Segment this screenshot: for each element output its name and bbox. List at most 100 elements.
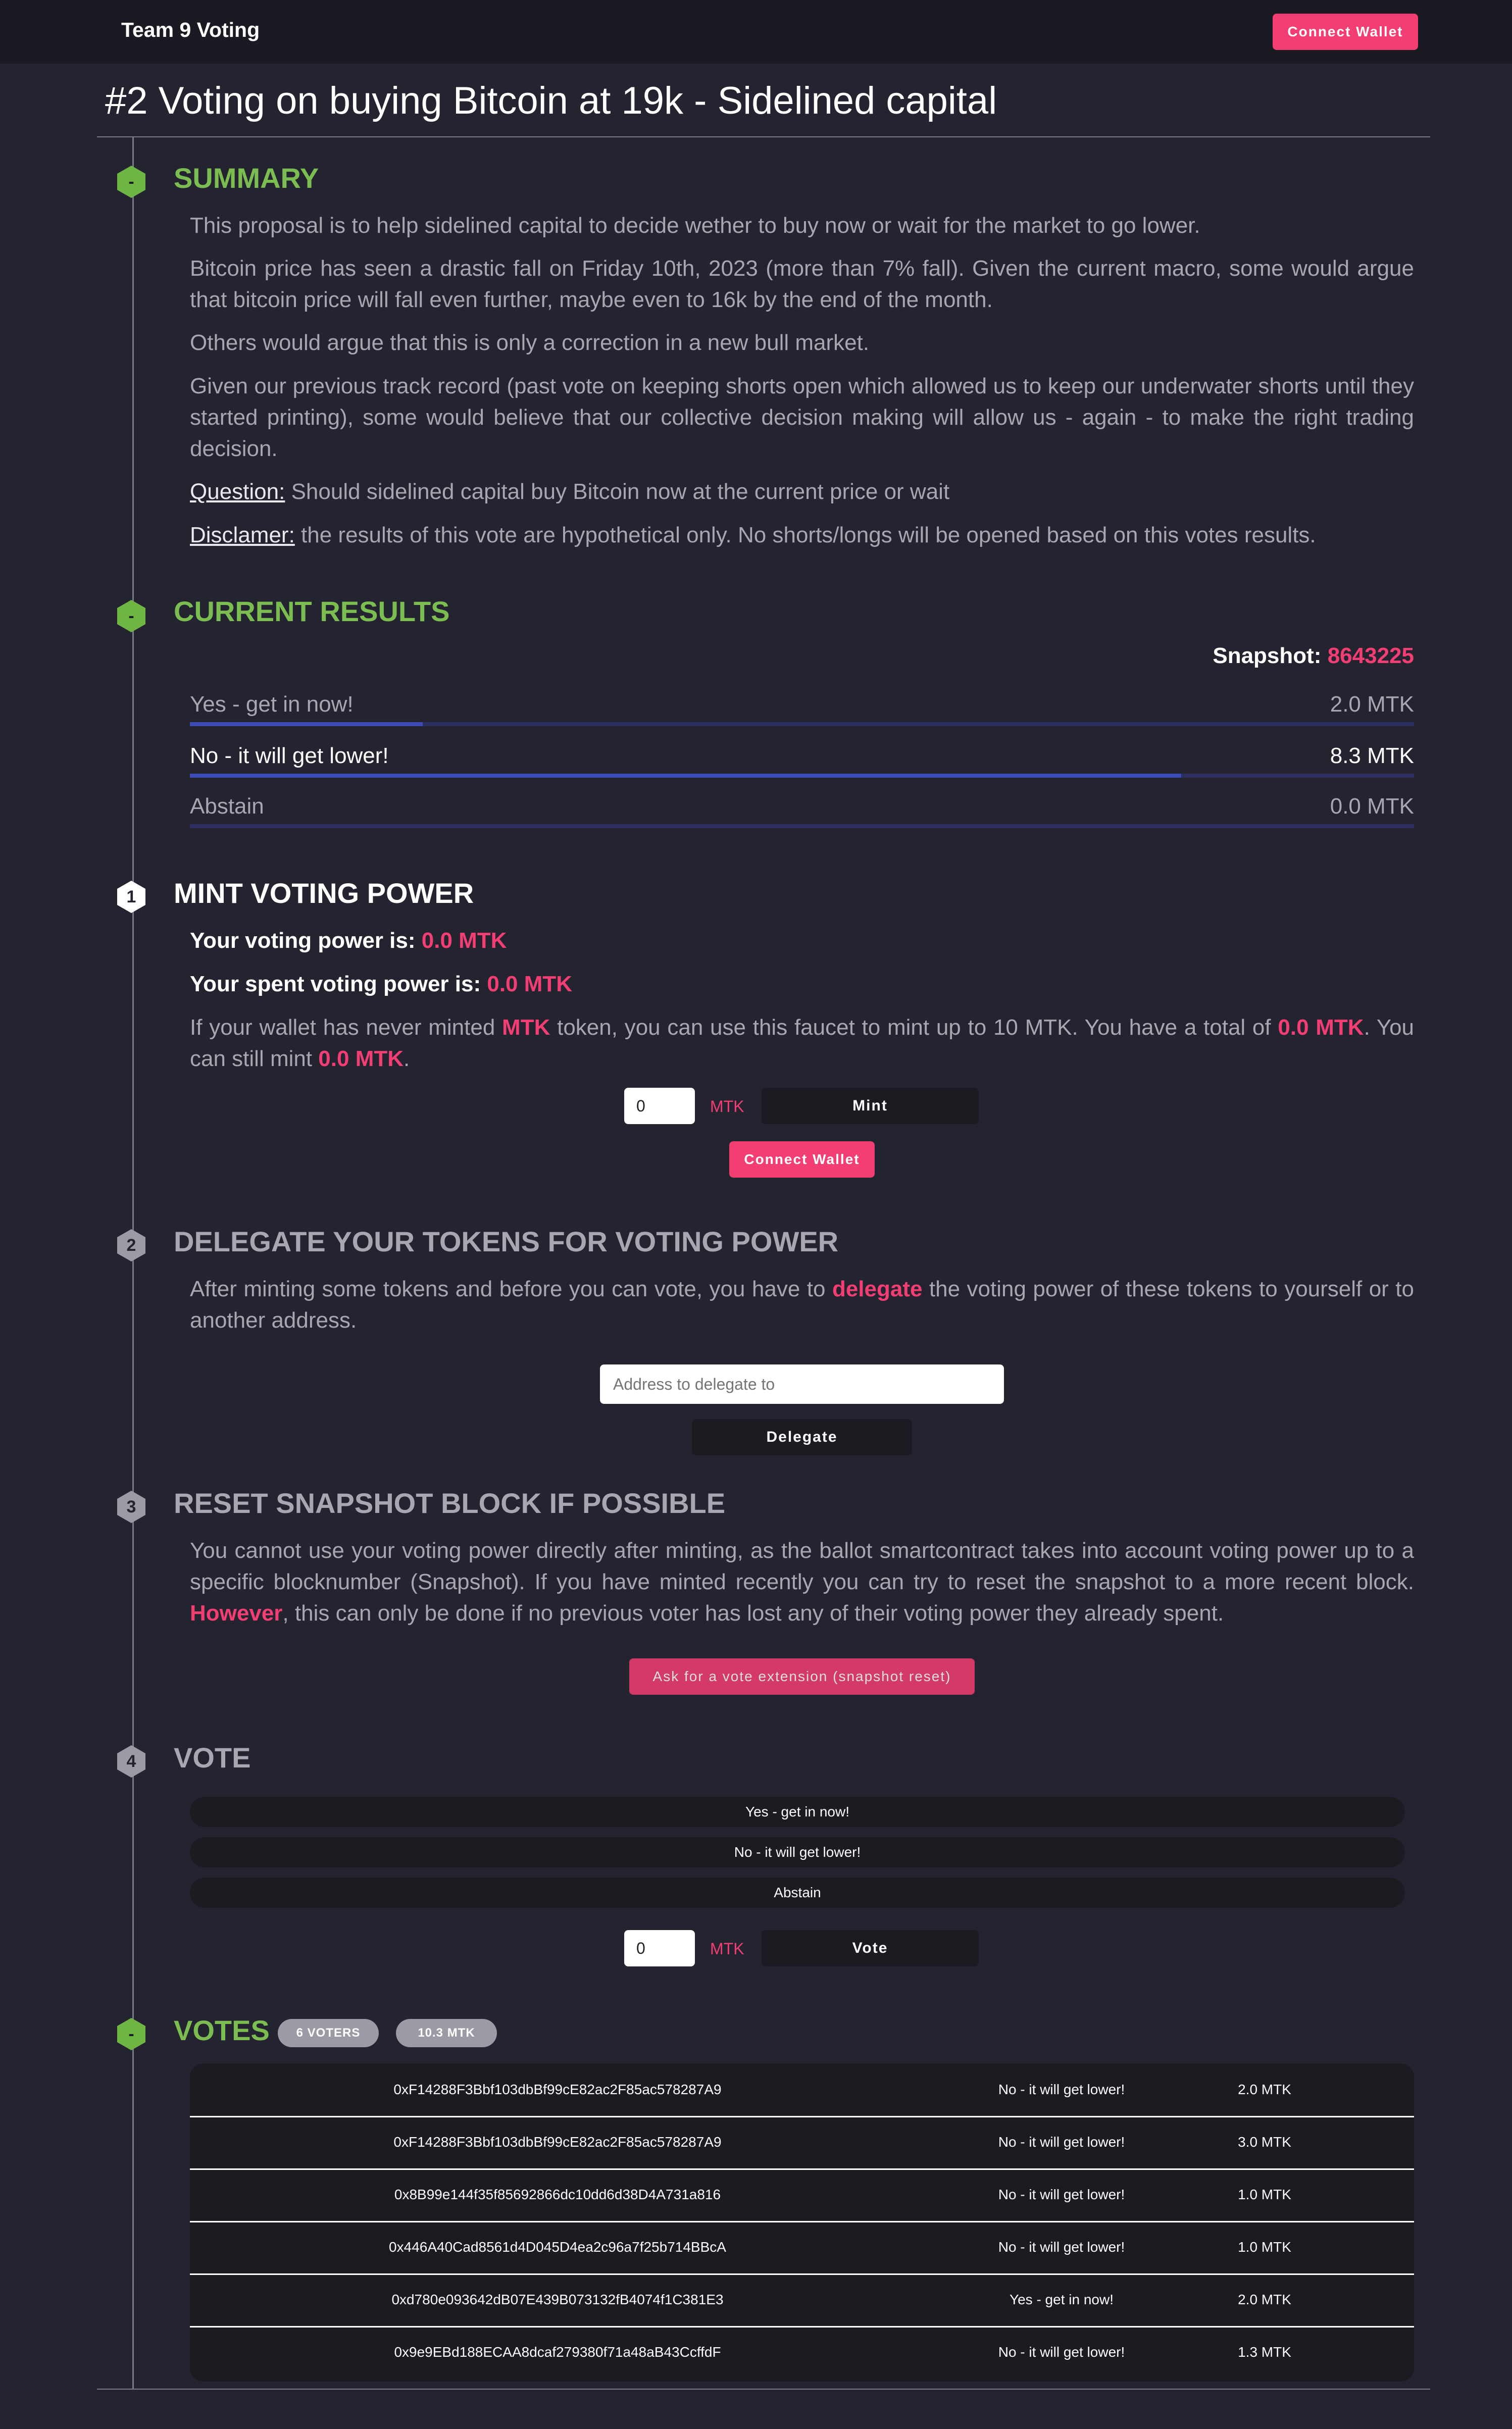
vote-row: 0xF14288F3Bbf103dbBf99cE82ac2F85ac578287… bbox=[190, 2063, 1414, 2117]
votes-table: 0xF14288F3Bbf103dbBf99cE82ac2F85ac578287… bbox=[190, 2063, 1414, 2382]
result-bar-fill bbox=[190, 722, 423, 726]
mint-button[interactable]: Mint bbox=[762, 1088, 979, 1124]
delegate-button[interactable]: Delegate bbox=[692, 1419, 912, 1455]
mint-remaining-value: 0.0 MTK bbox=[318, 1046, 404, 1071]
delegate-link[interactable]: delegate bbox=[832, 1277, 923, 1301]
vote-amount-input[interactable] bbox=[624, 1930, 695, 1966]
voter-address: 0x9e9EBd188ECAA8dcaf279380f71a48aB43Ccff… bbox=[394, 2344, 721, 2360]
step-badge-votes: - bbox=[117, 2018, 145, 2050]
vote-choice: Yes - get in now! bbox=[1010, 2292, 1114, 2307]
delegate-desc-text: After minting some tokens and before you… bbox=[190, 1277, 832, 1301]
bottom-divider bbox=[97, 2389, 1430, 2390]
snapshot-label: Snapshot: bbox=[1213, 643, 1322, 668]
mint-desc-text: If your wallet has never minted bbox=[190, 1015, 502, 1040]
snapshot-reset-button[interactable]: Ask for a vote extension (snapshot reset… bbox=[629, 1658, 975, 1695]
mint-unit-label: MTK bbox=[710, 1097, 744, 1116]
vote-amount: 1.0 MTK bbox=[1238, 2239, 1291, 2255]
vote-option-no[interactable]: No - it will get lower! bbox=[190, 1837, 1405, 1867]
vote-choice: No - it will get lower! bbox=[998, 2187, 1125, 2202]
result-value: 0.0 MTK bbox=[1330, 794, 1414, 819]
page-title: #2 Voting on buying Bitcoin at 19k - Sid… bbox=[105, 79, 997, 122]
step-badge-text: 3 bbox=[126, 1497, 136, 1516]
result-row-no: No - it will get lower! 8.3 MTK bbox=[190, 743, 1414, 778]
steps-timeline bbox=[132, 137, 134, 2390]
delegate-heading: DELEGATE YOUR TOKENS FOR VOTING POWER bbox=[174, 1226, 839, 1257]
result-row-yes: Yes - get in now! 2.0 MTK bbox=[190, 692, 1414, 726]
mint-heading: MINT VOTING POWER bbox=[174, 877, 474, 909]
step-badge-text: - bbox=[128, 2024, 134, 2044]
snapshot-block: Snapshot: 8643225 bbox=[1213, 643, 1414, 669]
step-badge-vote: 4 bbox=[117, 1745, 145, 1778]
vote-amount: 2.0 MTK bbox=[1238, 2082, 1291, 2097]
vote-choice: No - it will get lower! bbox=[998, 2239, 1125, 2255]
question-text: Should sidelined capital buy Bitcoin now… bbox=[285, 479, 950, 504]
reset-heading: RESET SNAPSHOT BLOCK IF POSSIBLE bbox=[174, 1487, 726, 1519]
step-badge-mint: 1 bbox=[117, 881, 145, 913]
step-badge-summary: - bbox=[117, 166, 145, 198]
vote-choice: No - it will get lower! bbox=[998, 2134, 1125, 2150]
summary-paragraph-4: Given our previous track record (past vo… bbox=[190, 374, 1414, 461]
voter-address: 0xd780e093642dB07E439B073132fB4074f1C381… bbox=[391, 2292, 724, 2307]
reset-desc-text: , this can only be done if no previous v… bbox=[282, 1601, 1224, 1626]
result-label: Yes - get in now! bbox=[190, 692, 354, 717]
vote-row: 0x446A40Cad8561d4D045D4ea2c96a7f25b714BB… bbox=[190, 2221, 1414, 2275]
delegate-address-input[interactable] bbox=[600, 1364, 1004, 1404]
step-badge-text: - bbox=[128, 172, 134, 191]
result-bar-track bbox=[190, 722, 1414, 726]
votes-heading: VOTES bbox=[174, 2014, 270, 2046]
mint-amount-input[interactable] bbox=[624, 1088, 695, 1124]
reset-description: You cannot use your voting power directl… bbox=[190, 1535, 1414, 1629]
spent-power-value: 0.0 MTK bbox=[487, 972, 573, 996]
voter-address: 0xF14288F3Bbf103dbBf99cE82ac2F85ac578287… bbox=[393, 2082, 722, 2097]
vote-amount: 1.3 MTK bbox=[1238, 2344, 1291, 2360]
token-name: MTK bbox=[502, 1015, 550, 1040]
result-bar-track bbox=[190, 824, 1414, 828]
result-value: 8.3 MTK bbox=[1330, 743, 1414, 768]
mint-desc-text: . bbox=[404, 1046, 410, 1071]
result-bar-track bbox=[190, 774, 1414, 778]
reset-emphasis: However bbox=[190, 1601, 283, 1626]
mint-connect-wallet-button[interactable]: Connect Wallet bbox=[729, 1141, 875, 1178]
summary-paragraph-3: Others would argue that this is only a c… bbox=[190, 330, 870, 355]
step-badge-text: 1 bbox=[126, 887, 136, 906]
spent-power-line: Your spent voting power is: 0.0 MTK bbox=[190, 969, 1414, 1000]
voting-power-value: 0.0 MTK bbox=[421, 928, 507, 953]
vote-row: 0xd780e093642dB07E439B073132fB4074f1C381… bbox=[190, 2273, 1414, 2327]
vote-choice: No - it will get lower! bbox=[998, 2082, 1125, 2097]
step-badge-reset: 3 bbox=[117, 1491, 145, 1523]
vote-amount: 1.0 MTK bbox=[1238, 2187, 1291, 2202]
title-divider bbox=[97, 136, 1430, 137]
vote-option-yes[interactable]: Yes - get in now! bbox=[190, 1797, 1405, 1827]
result-label: Abstain bbox=[190, 794, 264, 819]
result-bar-fill bbox=[190, 774, 1182, 778]
voters-count-badge: 6 VOTERS bbox=[278, 2019, 379, 2047]
result-value: 2.0 MTK bbox=[1330, 692, 1414, 717]
summary-paragraph-1: This proposal is to help sidelined capit… bbox=[190, 213, 1200, 238]
summary-question: Question: Should sidelined capital buy B… bbox=[190, 476, 1414, 508]
voter-address: 0x8B99e144f35f85692866dc10dd6d38D4A731a8… bbox=[394, 2187, 721, 2202]
step-badge-text: 2 bbox=[126, 1235, 136, 1255]
vote-row: 0xF14288F3Bbf103dbBf99cE82ac2F85ac578287… bbox=[190, 2116, 1414, 2170]
vote-amount: 3.0 MTK bbox=[1238, 2134, 1291, 2150]
vote-row: 0x9e9EBd188ECAA8dcaf279380f71a48aB43Ccff… bbox=[190, 2326, 1414, 2379]
step-badge-results: - bbox=[117, 600, 145, 632]
step-badge-text: - bbox=[128, 606, 134, 626]
spent-power-label: Your spent voting power is: bbox=[190, 972, 481, 996]
delegate-description: After minting some tokens and before you… bbox=[190, 1274, 1414, 1336]
reset-desc-text: You cannot use your voting power directl… bbox=[190, 1538, 1414, 1594]
vote-choice: No - it will get lower! bbox=[998, 2344, 1125, 2360]
app-brand[interactable]: Team 9 Voting bbox=[121, 18, 260, 42]
snapshot-value: 8643225 bbox=[1327, 643, 1414, 668]
disclaimer-label: Disclamer: bbox=[190, 523, 295, 547]
summary-disclaimer: Disclamer: the results of this vote are … bbox=[190, 520, 1414, 551]
vote-option-abstain[interactable]: Abstain bbox=[190, 1878, 1405, 1908]
question-label: Question: bbox=[190, 479, 285, 504]
connect-wallet-button[interactable]: Connect Wallet bbox=[1273, 14, 1418, 50]
vote-button[interactable]: Vote bbox=[762, 1930, 979, 1966]
voting-power-line: Your voting power is: 0.0 MTK bbox=[190, 925, 1414, 956]
results-heading: CURRENT RESULTS bbox=[174, 595, 450, 627]
mint-description: If your wallet has never minted MTK toke… bbox=[190, 1012, 1414, 1075]
vote-unit-label: MTK bbox=[710, 1940, 744, 1958]
result-row-abstain: Abstain 0.0 MTK bbox=[190, 794, 1414, 828]
vote-row: 0x8B99e144f35f85692866dc10dd6d38D4A731a8… bbox=[190, 2168, 1414, 2222]
